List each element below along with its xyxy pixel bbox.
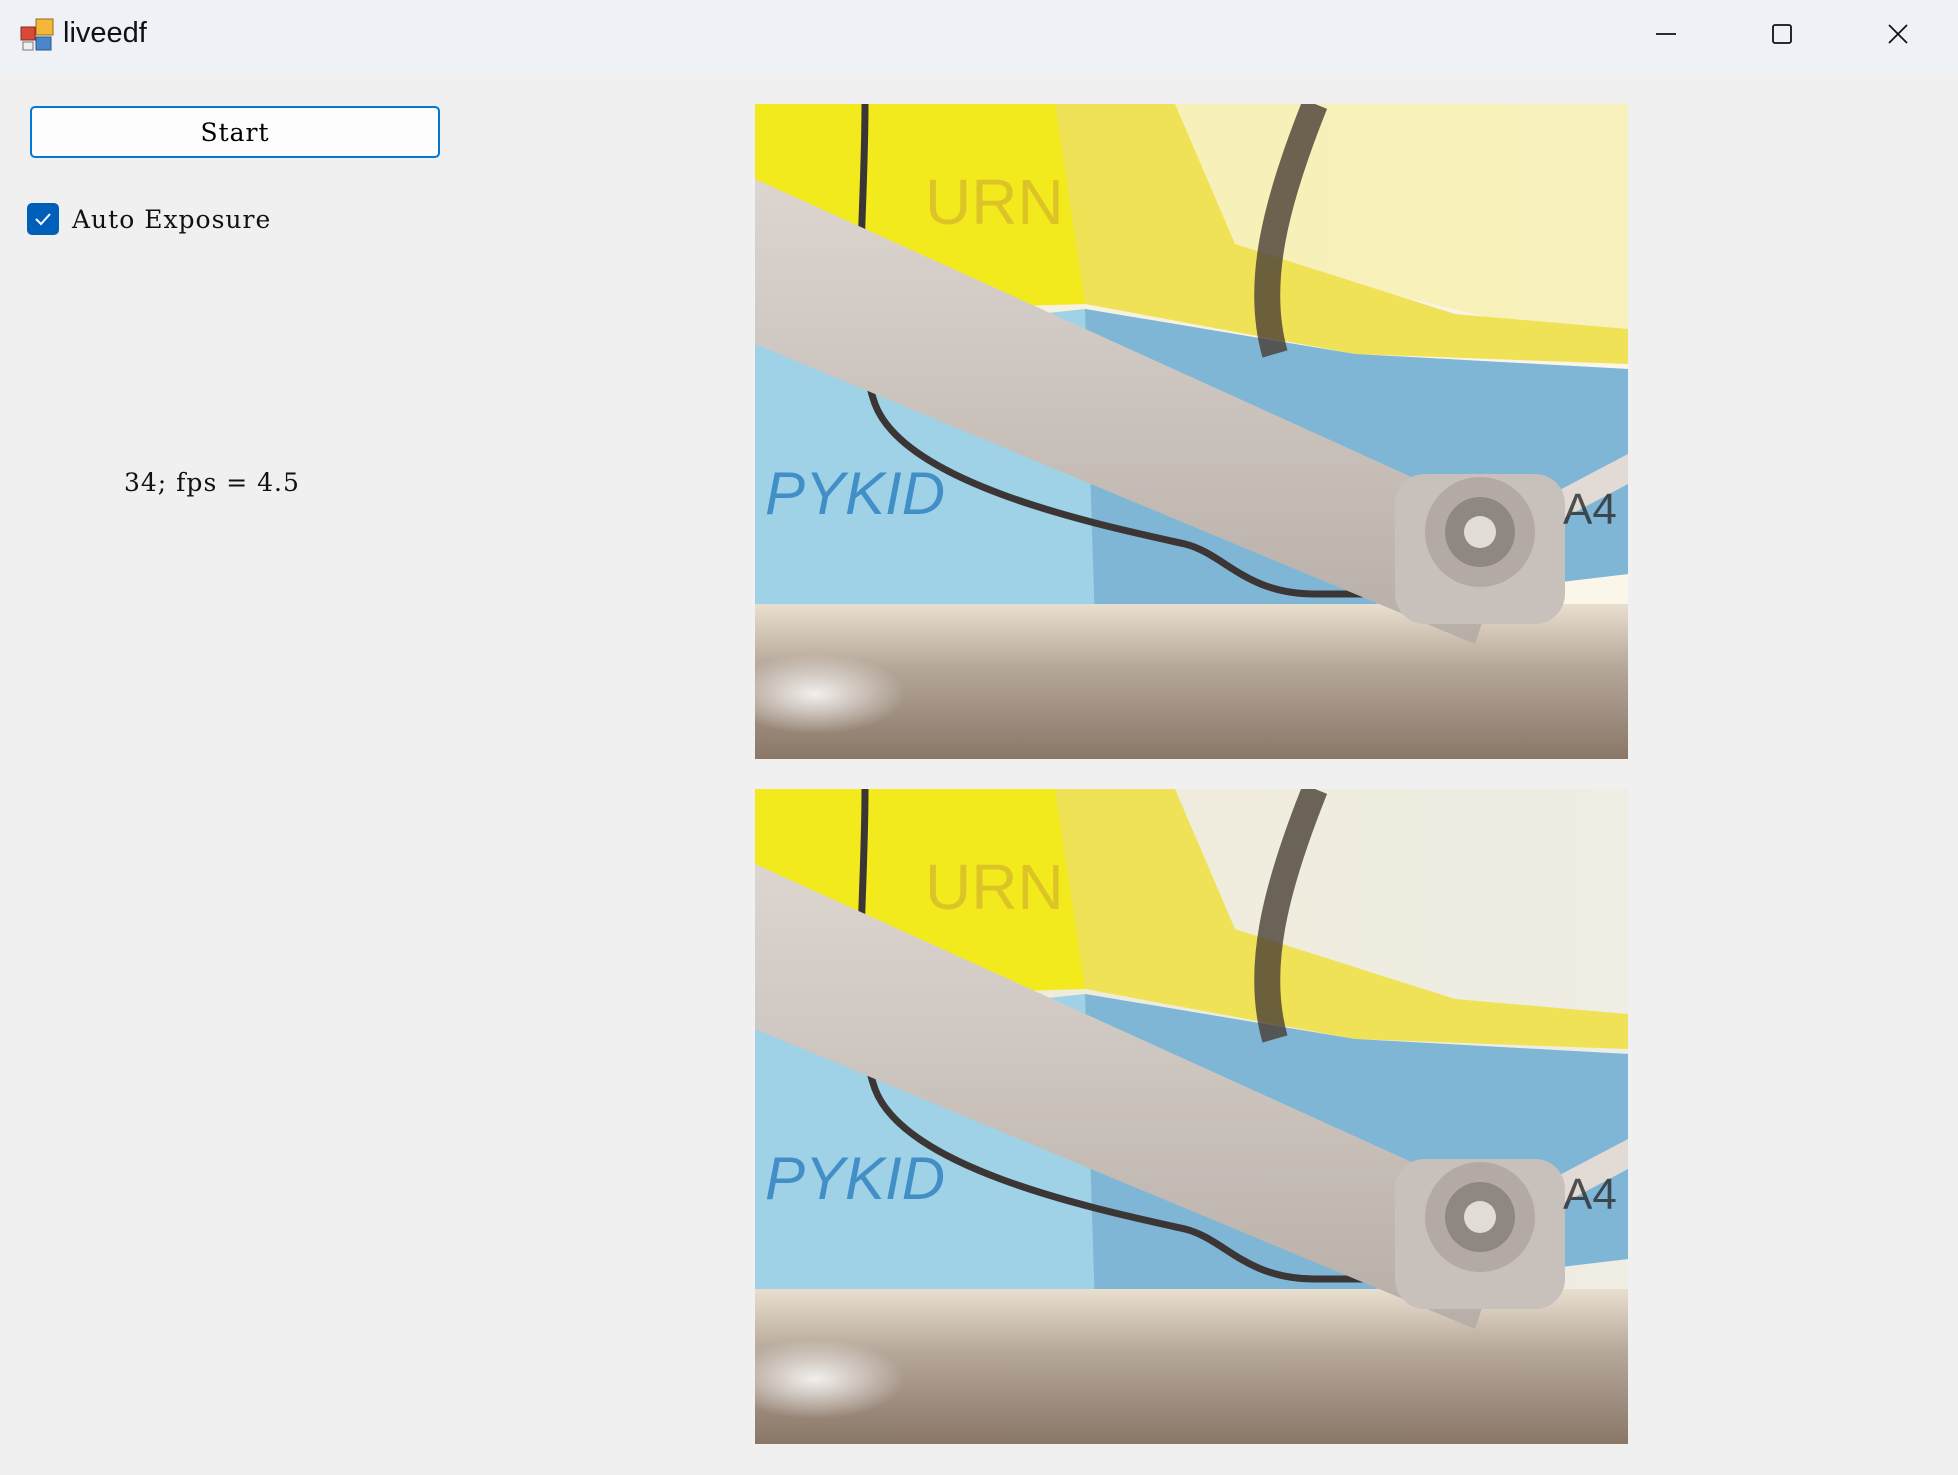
client-area: Start Auto Exposure 34; fps = 4.5 PYKID …: [0, 74, 1958, 1475]
start-button[interactable]: Start: [30, 106, 440, 158]
auto-exposure-label: Auto Exposure: [72, 204, 272, 234]
minimize-button[interactable]: [1610, 0, 1722, 68]
camera-image: PYKID A4 URN: [755, 789, 1628, 1444]
camera-image: PYKID A4 URN: [755, 104, 1628, 759]
close-icon: [1888, 24, 1908, 44]
yellow-text: URN: [925, 166, 1064, 238]
camera-frame-top: PYKID A4 URN: [755, 104, 1628, 759]
checkbox-box[interactable]: [27, 203, 59, 235]
window-title: liveedf: [63, 17, 147, 49]
box-text: A4: [1563, 485, 1617, 534]
app-window: liveedf Start Auto Exposure 34; fps = 4.…: [0, 0, 1958, 1475]
camera-frame-bottom: PYKID A4 URN: [755, 789, 1628, 1444]
app-icon: [20, 18, 54, 51]
brand-text: PYKID: [765, 460, 945, 527]
minimize-icon: [1656, 33, 1676, 35]
box-text: A4: [1563, 1170, 1617, 1219]
auto-exposure-checkbox[interactable]: Auto Exposure: [27, 201, 271, 237]
checkmark-icon: [35, 213, 51, 226]
maximize-button[interactable]: [1726, 0, 1838, 68]
title-bar[interactable]: liveedf: [0, 0, 1958, 74]
maximize-icon: [1772, 24, 1792, 44]
fps-status-text: 34; fps = 4.5: [124, 468, 300, 497]
yellow-text: URN: [925, 851, 1064, 923]
brand-text: PYKID: [765, 1145, 945, 1212]
close-button[interactable]: [1842, 0, 1954, 68]
